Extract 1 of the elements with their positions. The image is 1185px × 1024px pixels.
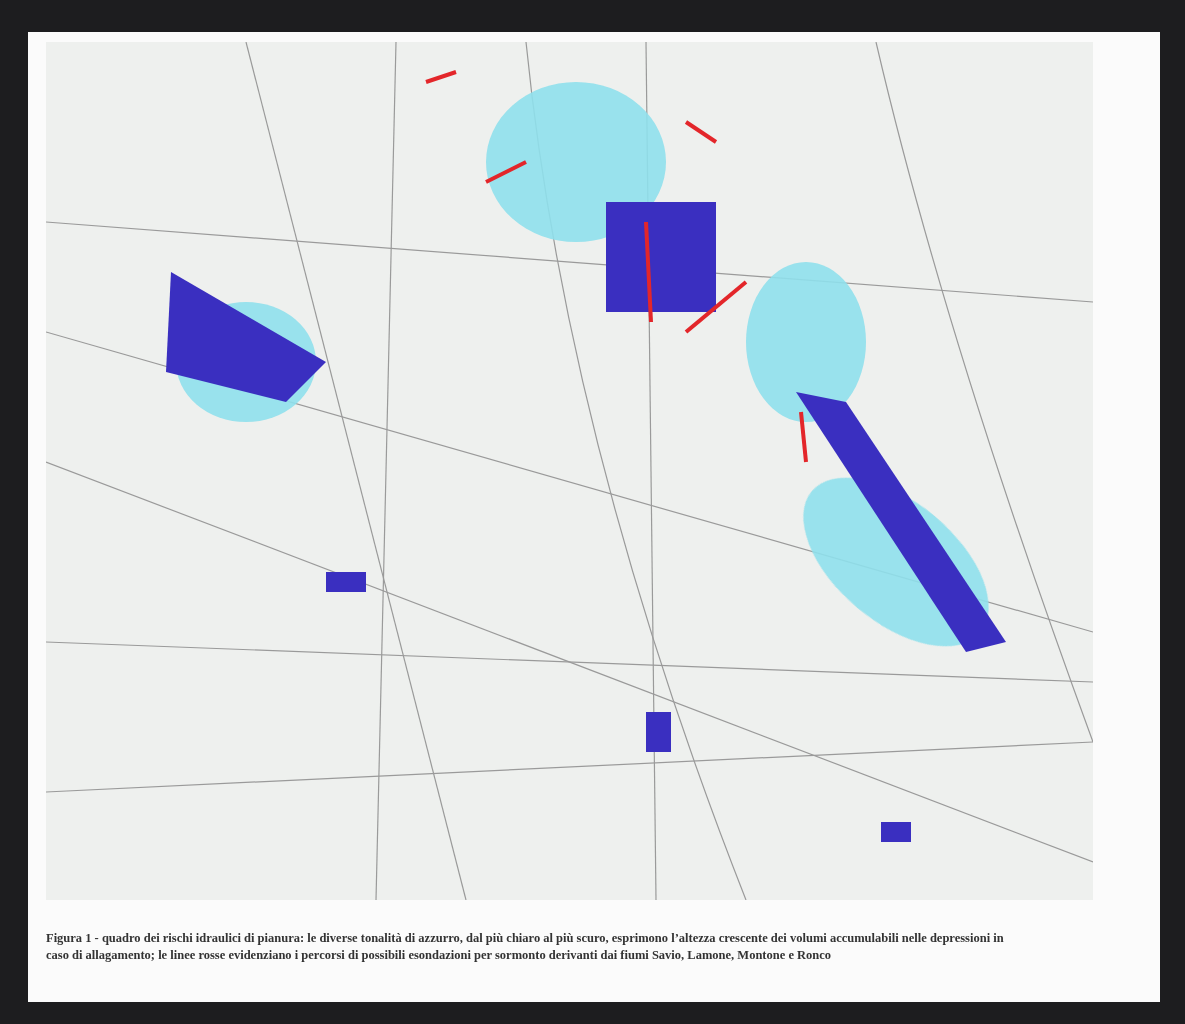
figure-caption: Figura 1 - quadro dei rischi idraulici di pianura: le diverse tonalità di azzurro, dal più chiaro al più scuro, esprimono l’altezza crescente dei volumi accumulabili nelle depressioni in caso di allagamento; le linee rosse evidenziano i percorsi di possibili esondazioni per sormonto derivanti dai fiumi Savio, Lamone, Montone e Ronco [46, 930, 1005, 964]
